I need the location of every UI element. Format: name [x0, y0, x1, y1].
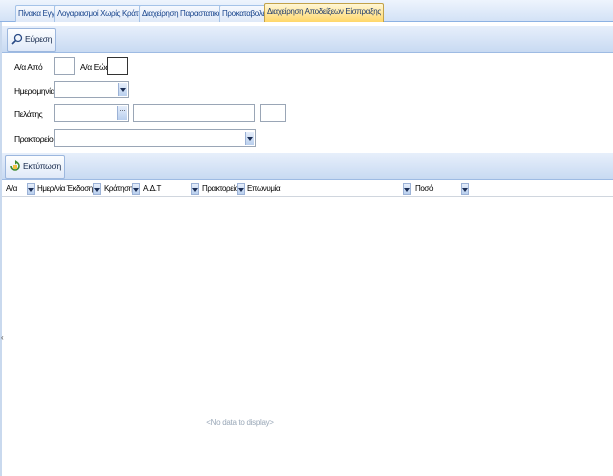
- date-picker[interactable]: [54, 81, 129, 98]
- chevron-down-icon[interactable]: [118, 83, 127, 96]
- agency-select[interactable]: [54, 129, 256, 147]
- filter-agency-icon[interactable]: [237, 183, 245, 195]
- grid-header: Α/α Ημερ/νία Έκδοσης Κράτηση Α.Δ.Τ Πρακτ…: [2, 181, 613, 197]
- customer-label: Πελάτης: [14, 109, 43, 119]
- print-icon: [10, 160, 20, 171]
- search-toolbar: Εύρεση: [2, 26, 613, 53]
- tab-apodeixeis-eispraxis[interactable]: Διαχείρηση Αποδείξεων Είσπραξης: [264, 3, 384, 24]
- customer-extra-input[interactable]: [260, 104, 286, 122]
- column-header-aa[interactable]: Α/α: [6, 181, 17, 197]
- date-label: Ημερομηνία: [14, 86, 56, 96]
- column-header-agency[interactable]: Πρακτορείο: [202, 181, 239, 197]
- tab-strip: Πίνακα Εγγρ/ή Λογαριασμοί Χωρίς Κράτηση …: [0, 0, 613, 24]
- print-button[interactable]: Εκτύπωση: [5, 155, 65, 179]
- column-header-amount[interactable]: Ποσό: [415, 181, 433, 197]
- filter-name-icon[interactable]: [403, 183, 411, 195]
- aa-from-label: Α/α Από: [14, 62, 43, 72]
- column-header-booking[interactable]: Κράτηση: [104, 181, 133, 197]
- grid-empty-message: <No data to display>: [206, 418, 274, 427]
- filter-adt-icon[interactable]: [191, 183, 199, 195]
- print-toolbar: Εκτύπωση: [2, 153, 613, 180]
- filter-date-icon[interactable]: [93, 183, 101, 195]
- aa-to-label: Α/α Εώς: [80, 62, 109, 72]
- column-header-adt[interactable]: Α.Δ.Τ: [143, 181, 161, 197]
- column-header-name[interactable]: Επωνυμία: [247, 181, 281, 197]
- filter-booking-icon[interactable]: [132, 183, 140, 195]
- aa-from-input[interactable]: [54, 57, 75, 75]
- collapse-arrow-icon[interactable]: ‹: [1, 333, 4, 342]
- search-button[interactable]: Εύρεση: [7, 28, 57, 52]
- filter-amount-icon[interactable]: [461, 183, 469, 195]
- tab-diaxeirisi-parastatikon[interactable]: Διαχείρηση Παραστατικών: [139, 5, 231, 23]
- customer-name-input[interactable]: [133, 104, 255, 122]
- customer-lookup-button[interactable]: ...: [117, 106, 127, 120]
- agency-label: Πρακτορείο: [14, 134, 54, 144]
- left-splitter[interactable]: [0, 22, 2, 476]
- chevron-down-icon[interactable]: [245, 132, 254, 145]
- aa-to-input[interactable]: [107, 57, 128, 75]
- customer-code-input[interactable]: ...: [54, 104, 129, 122]
- print-button-label: Εκτύπωση: [23, 161, 61, 171]
- filter-aa-icon[interactable]: [27, 183, 35, 195]
- magnifier-icon: [11, 33, 23, 45]
- column-header-date[interactable]: Ημερ/νία Έκδοσης: [37, 181, 97, 197]
- search-button-label: Εύρεση: [25, 34, 53, 44]
